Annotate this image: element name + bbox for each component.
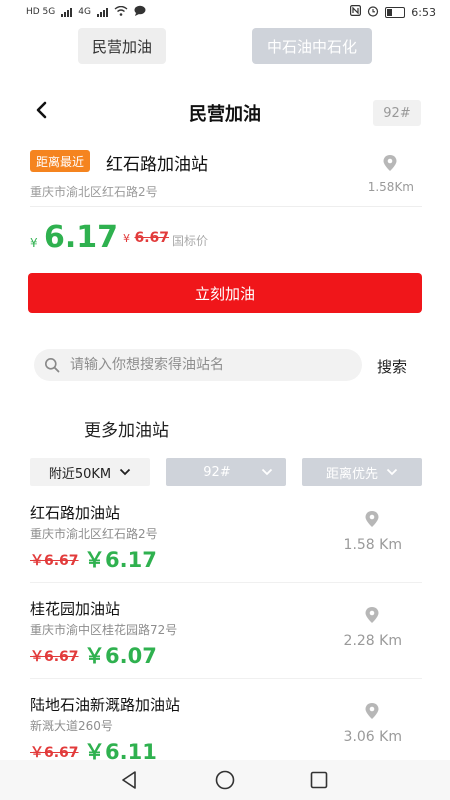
network-label-1: HD 5G xyxy=(26,7,56,17)
sort-filter-label: 距离优先 xyxy=(325,466,378,482)
chevron-down-icon xyxy=(119,468,131,476)
fuel-type-filter[interactable]: 92# xyxy=(166,458,286,486)
nearest-station-name: 红石路加油站 xyxy=(106,155,208,175)
old-price: 6.67 xyxy=(134,230,169,246)
old-price-group: ¥ 6.67 xyxy=(123,230,169,246)
national-price-label: 国标价 xyxy=(172,234,209,248)
station-new-price: ￥6.17 xyxy=(84,548,157,572)
nearest-tag: 距离最近 xyxy=(30,150,91,172)
station-name: 陆地石油新溉路加油站 xyxy=(30,696,181,714)
square-recents-icon xyxy=(310,771,328,789)
station-new-price: ￥6.07 xyxy=(84,644,157,668)
list-item[interactable]: 红石路加油站 重庆市渝北区红石路2号 ￥6.67 ￥6.17 1.58 Km xyxy=(30,502,422,592)
search-button[interactable]: 搜索 xyxy=(377,356,407,377)
top-tabs: 民营加油 中石油中石化 xyxy=(0,28,450,68)
battery-icon xyxy=(385,6,406,18)
nav-home-button[interactable] xyxy=(213,768,237,792)
yen-symbol: ¥ xyxy=(30,236,38,250)
nav-back-button[interactable] xyxy=(118,768,142,792)
discount-price: 6.17 xyxy=(44,220,119,255)
nearest-price-row: ¥ 6.17 ¥ 6.67 国标价 xyxy=(30,218,422,258)
system-nav-bar xyxy=(0,760,450,800)
station-name: 红石路加油站 xyxy=(30,504,121,522)
station-distance: 2.28 Km xyxy=(343,633,402,649)
station-distance: 1.58 Km xyxy=(343,537,402,553)
alarm-icon xyxy=(367,5,379,20)
location-pin-icon xyxy=(365,511,379,527)
nav-recents-button[interactable] xyxy=(307,768,331,792)
header: 民营加油 92# xyxy=(0,92,450,132)
nfc-icon xyxy=(350,5,362,19)
more-stations-title: 更多加油站 xyxy=(84,421,169,441)
station-address: 重庆市渝中区桂花园路72号 xyxy=(30,623,178,637)
tab-sinopec-stations[interactable]: 中石油中石化 xyxy=(252,28,372,64)
sort-filter[interactable]: 距离优先 xyxy=(302,458,422,486)
search-input[interactable] xyxy=(68,356,352,374)
signal-icon-2 xyxy=(96,7,108,17)
old-price-symbol: ¥ xyxy=(123,232,130,245)
location-pin-icon xyxy=(383,155,397,171)
nearest-station-address: 重庆市渝北区红石路2号 xyxy=(30,185,158,199)
location-pin-icon xyxy=(365,607,379,623)
fuel-type-badge[interactable]: 92# xyxy=(373,100,421,126)
distance-filter[interactable]: 附近50KM xyxy=(30,458,150,486)
distance-filter-label: 附近50KM xyxy=(48,466,112,482)
chat-icon xyxy=(134,5,146,19)
divider xyxy=(30,206,422,207)
tab-private-stations[interactable]: 民营加油 xyxy=(78,28,166,64)
status-bar: HD 5G 4G 6:53 xyxy=(0,0,450,24)
station-distance: 3.06 Km xyxy=(343,729,402,745)
chevron-down-icon xyxy=(261,468,273,476)
network-label-2: 4G xyxy=(78,7,91,17)
station-old-price: ￥6.67 xyxy=(30,745,79,761)
list-item[interactable]: 桂花园加油站 重庆市渝中区桂花园路72号 ￥6.67 ￥6.07 2.28 Km xyxy=(30,598,422,688)
fuel-filter-label: 92# xyxy=(203,464,231,480)
station-name: 桂花园加油站 xyxy=(30,600,121,618)
status-time: 6:53 xyxy=(411,5,436,19)
wifi-icon xyxy=(114,5,128,19)
circle-home-icon xyxy=(215,770,235,790)
station-old-price: ￥6.67 xyxy=(30,649,79,665)
station-old-price: ￥6.67 xyxy=(30,553,79,569)
chevron-down-icon xyxy=(386,468,398,476)
divider xyxy=(30,678,422,679)
location-pin-icon xyxy=(365,703,379,719)
divider xyxy=(30,582,422,583)
search-icon xyxy=(45,358,60,373)
station-address: 重庆市渝北区红石路2号 xyxy=(30,527,158,541)
status-right: 6:53 xyxy=(350,5,436,20)
nearest-station-distance: 1.58Km xyxy=(367,180,414,194)
refuel-now-button[interactable]: 立刻加油 xyxy=(28,273,422,313)
station-address: 新溉大道260号 xyxy=(30,719,113,733)
status-left: HD 5G 4G xyxy=(26,5,146,19)
triangle-back-icon xyxy=(122,771,136,789)
signal-icon xyxy=(61,7,73,17)
search-box[interactable] xyxy=(34,349,362,381)
